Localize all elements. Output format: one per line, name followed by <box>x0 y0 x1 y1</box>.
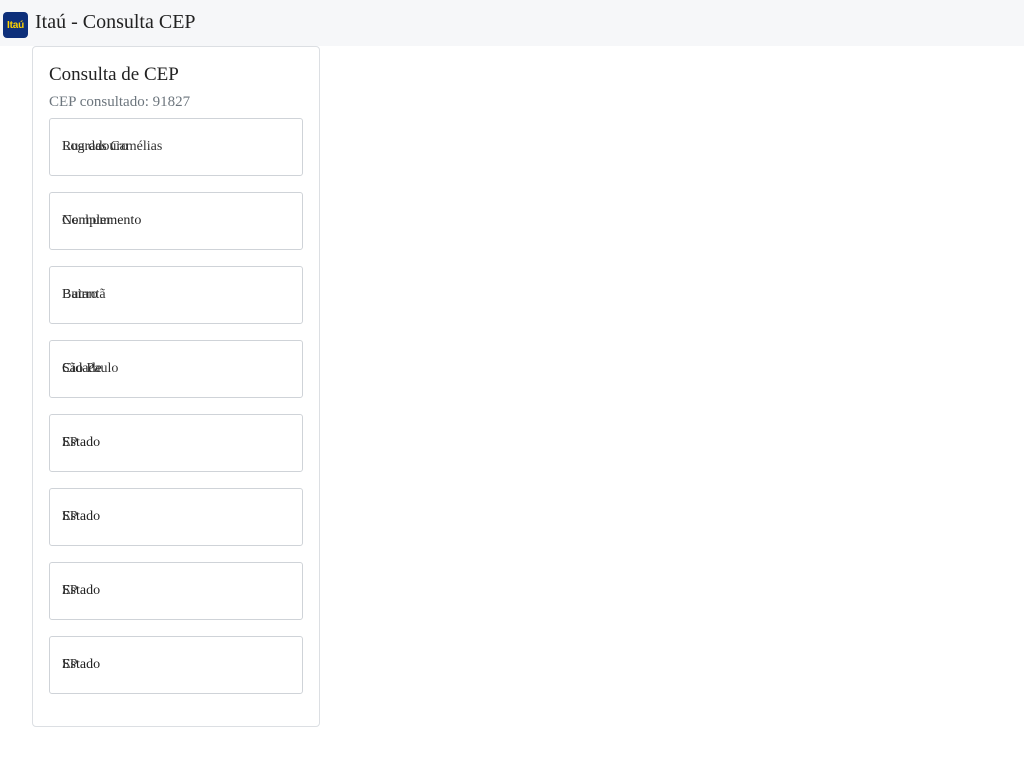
field-bairro[interactable]: Bairro Butantã <box>49 266 303 324</box>
field-estado[interactable]: Estado SP <box>49 562 303 620</box>
field-complemento[interactable]: Complemento Nenhum <box>49 192 303 250</box>
card-title: Consulta de CEP <box>49 64 179 85</box>
field-value: Nenhum <box>62 213 111 228</box>
field-value: SP <box>62 583 78 598</box>
field-estado[interactable]: Estado SP <box>49 414 303 472</box>
queried-cep-text: CEP consultado: 91827 <box>49 94 191 110</box>
field-value: SP <box>62 657 78 672</box>
field-value: Butantã <box>62 287 106 302</box>
app-title: Itaú - Consulta CEP <box>35 11 196 33</box>
field-value: São Paulo <box>62 361 119 376</box>
cep-lookup-card: Consulta de CEP CEP consultado: 91827 Lo… <box>32 46 320 727</box>
field-value: SP <box>62 435 78 450</box>
field-value: SP <box>62 509 78 524</box>
app-header: Itaú Itaú - Consulta CEP <box>0 0 1024 46</box>
field-estado[interactable]: Estado SP <box>49 488 303 546</box>
field-estado[interactable]: Estado SP <box>49 636 303 694</box>
field-value: Rua das Camélias <box>62 139 163 154</box>
itau-logo-icon: Itaú <box>3 12 28 38</box>
field-cidade[interactable]: Cidade São Paulo <box>49 340 303 398</box>
field-logradouro[interactable]: Logradouro Rua das Camélias <box>49 118 303 176</box>
